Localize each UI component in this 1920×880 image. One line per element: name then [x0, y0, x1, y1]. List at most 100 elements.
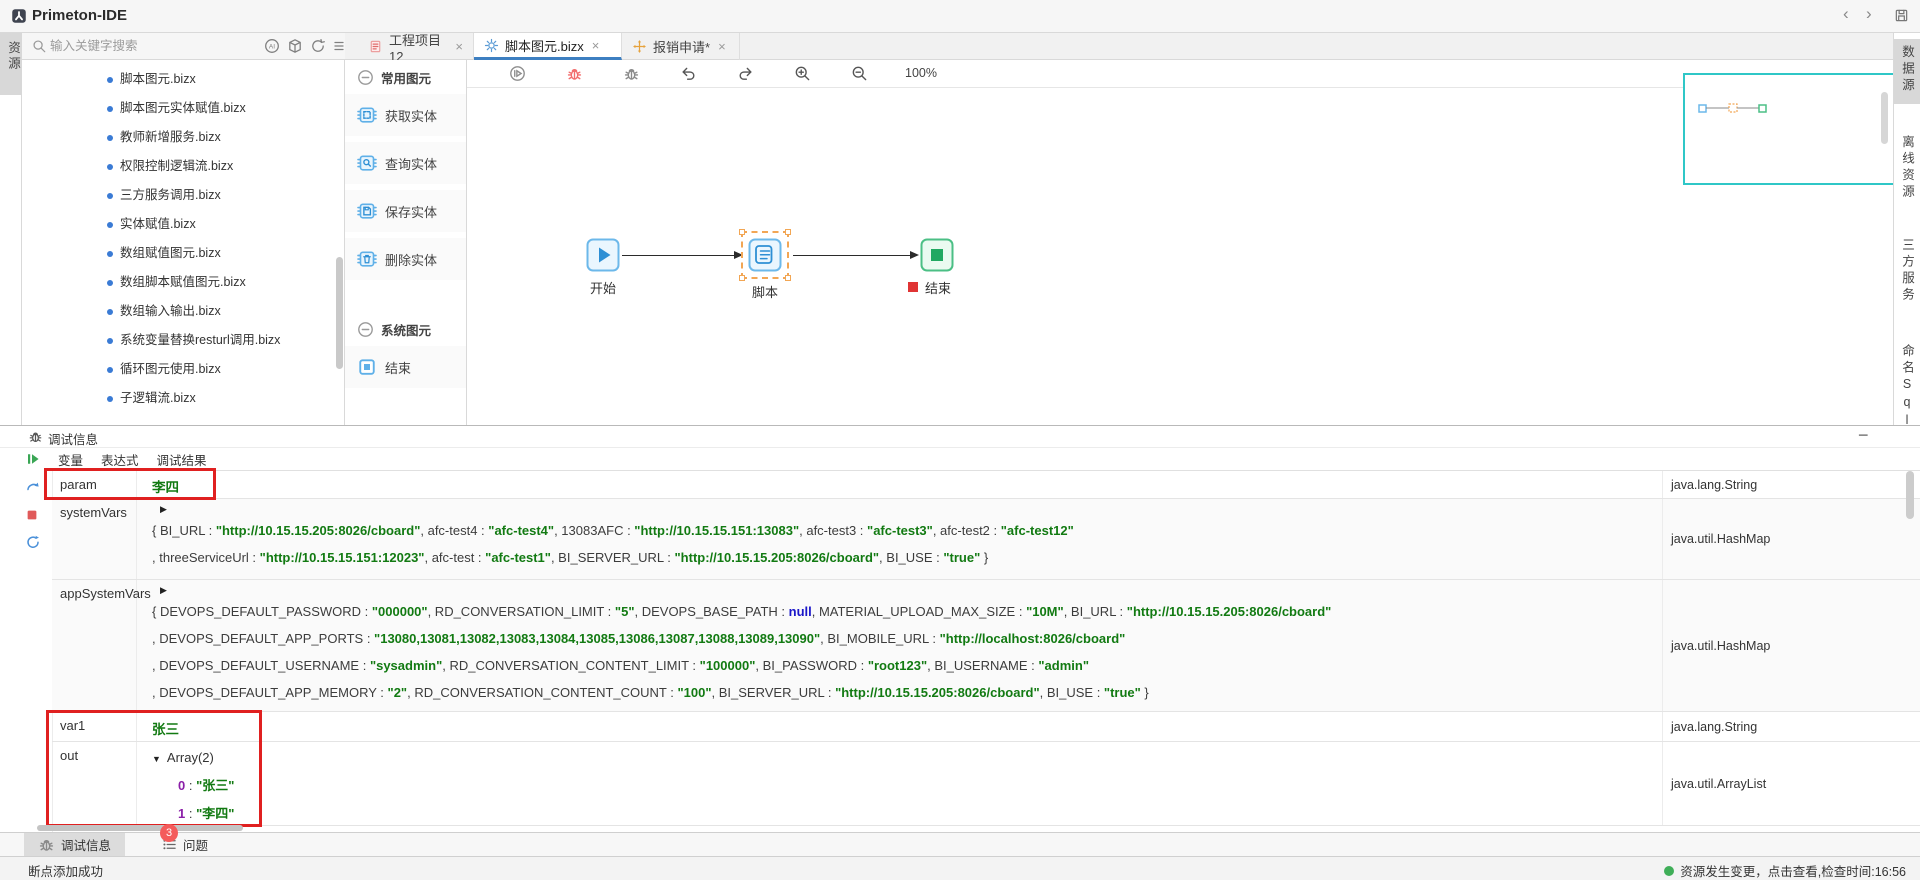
variable-type: java.lang.String	[1662, 712, 1920, 741]
refresh-icon[interactable]	[310, 38, 326, 54]
right-rail-item-2[interactable]: 三方服务	[1894, 238, 1920, 307]
tree-scrollbar[interactable]	[336, 257, 343, 369]
tree-file-item[interactable]: 循环图元使用.bizx	[22, 355, 344, 384]
palette-item-删除实体[interactable]: 删除实体	[345, 238, 466, 280]
tree-file-item[interactable]: 脚本图元实体赋值.bizx	[22, 94, 344, 123]
canvas-scrollbar[interactable]	[1881, 92, 1888, 144]
variable-row-param[interactable]: param李四java.lang.String	[52, 471, 1920, 499]
right-rail-item-3[interactable]: 命名Sql	[1894, 344, 1920, 434]
collapse-icon[interactable]: ▼	[152, 754, 161, 764]
bottom-tab-问题[interactable]: 问题	[148, 833, 222, 856]
canvas-toolbar: 100%	[467, 60, 1893, 88]
svg-text:AI: AI	[269, 44, 275, 51]
debug-tab-变量[interactable]: 变量	[56, 448, 85, 470]
variable-name: var1	[52, 712, 137, 741]
zoom-out-icon[interactable]	[851, 65, 868, 82]
file-bullet-icon	[107, 251, 113, 257]
minus-circle-icon[interactable]	[357, 69, 374, 86]
variable-row-appSystemVars[interactable]: appSystemVars▶{ DEVOPS_DEFAULT_PASSWORD …	[52, 580, 1920, 712]
variable-name: param	[52, 471, 137, 498]
tree-file-item[interactable]: 数组脚本赋值图元.bizx	[22, 268, 344, 297]
search-input[interactable]	[50, 36, 230, 56]
debug-bug-icon	[28, 429, 43, 444]
variable-row-out[interactable]: out▼Array(2)0 : "张三"1 : "李四"java.util.Ar…	[52, 742, 1920, 826]
flow-canvas[interactable]: 100% 开始 脚本 结束	[467, 60, 1893, 425]
resource-rail-label: 资源	[4, 41, 23, 72]
palette-group-label: 常用图元	[381, 68, 431, 87]
palette-item-查询实体[interactable]: 查询实体	[345, 142, 466, 184]
variable-value: 李四	[138, 471, 1655, 498]
status-bar: 断点添加成功 资源发生变更，点击查看,检查时间:16:56	[0, 856, 1920, 880]
nav-back-button[interactable]: ‹	[1843, 4, 1849, 24]
start-node[interactable]	[586, 238, 620, 272]
tree-file-item[interactable]: 实体赋值.bizx	[22, 210, 344, 239]
variable-type: java.util.HashMap	[1662, 580, 1920, 711]
file-name: 教师新增服务.bizx	[120, 130, 221, 144]
palette-item-结束[interactable]: 结束	[345, 346, 466, 388]
save-icon[interactable]	[1894, 8, 1909, 23]
step-over-icon[interactable]	[25, 478, 41, 494]
nav-forward-button[interactable]: ›	[1866, 4, 1872, 24]
stop-icon[interactable]	[25, 508, 39, 522]
variable-type: java.util.HashMap	[1662, 499, 1920, 579]
doc-tab-0[interactable]: 工程项目12×	[358, 33, 474, 60]
doc-tab-2[interactable]: 报销申请*×	[622, 33, 740, 60]
palette-group-1[interactable]: 系统图元	[345, 312, 466, 346]
debug-tab-表达式[interactable]: 表达式	[99, 448, 141, 470]
bottom-tab-调试信息[interactable]: 调试信息	[24, 833, 125, 856]
tree-file-item[interactable]: 权限控制逻辑流.bizx	[22, 152, 344, 181]
app-title: Primeton-IDE	[32, 7, 127, 24]
debug-tab-调试结果[interactable]: 调试结果	[155, 448, 209, 470]
rerun-icon[interactable]	[25, 534, 41, 550]
palette-group-0[interactable]: 常用图元	[345, 60, 466, 94]
tree-file-item[interactable]: 教师新增服务.bizx	[22, 123, 344, 152]
close-tab-icon[interactable]: ×	[455, 39, 463, 54]
doc-tab-1[interactable]: 脚本图元.bizx×	[474, 33, 622, 60]
zoom-level: 100%	[905, 66, 937, 80]
debug-bug-red-icon[interactable]	[566, 65, 583, 82]
expand-icon[interactable]: ▶	[152, 501, 1655, 517]
tree-file-item[interactable]: 系统变量替换resturl调用.bizx	[22, 326, 344, 355]
tree-file-item[interactable]: 数组赋值图元.bizx	[22, 239, 344, 268]
gear-blue-icon	[484, 38, 499, 53]
expand-icon[interactable]: ▶	[152, 582, 1655, 598]
close-tab-icon[interactable]: ×	[718, 39, 726, 54]
chip-save-icon	[357, 201, 377, 221]
zoom-in-icon[interactable]	[794, 65, 811, 82]
debug-vscrollbar[interactable]	[1906, 471, 1914, 519]
redo-icon[interactable]	[737, 65, 754, 82]
right-rail-item-1[interactable]: 离线资源	[1894, 135, 1920, 204]
tree-file-item[interactable]: 三方服务调用.bizx	[22, 181, 344, 210]
collapse-panel-button[interactable]: −	[1858, 425, 1869, 446]
ai-icon[interactable]: AI	[264, 38, 280, 54]
tree-file-item[interactable]: 数组输入输出.bizx	[22, 297, 344, 326]
script-node[interactable]	[748, 238, 782, 272]
debug-hscrollbar[interactable]	[37, 825, 243, 831]
debug-panel: 调试信息 − 变量表达式调试结果 param李四java.lang.String…	[0, 425, 1920, 832]
cube-icon[interactable]	[287, 38, 303, 54]
palette-item-保存实体[interactable]: 保存实体	[345, 190, 466, 232]
tree-file-item[interactable]: 子逻辑流.bizx	[22, 384, 344, 413]
right-rail-item-0[interactable]: 数据源	[1894, 39, 1920, 104]
resource-change-notice[interactable]: 资源发生变更，点击查看,检查时间:16:56	[1664, 861, 1906, 880]
minus-circle-icon[interactable]	[357, 321, 374, 338]
variable-row-systemVars[interactable]: systemVars▶{ BI_URL : "http://10.15.15.2…	[52, 499, 1920, 580]
file-bullet-icon	[107, 309, 113, 315]
palette-item-获取实体[interactable]: 获取实体	[345, 94, 466, 136]
file-name: 数组脚本赋值图元.bizx	[120, 275, 246, 289]
minimap[interactable]	[1683, 73, 1895, 185]
array-entry: 0 : "张三"	[152, 772, 1655, 800]
variable-row-var1[interactable]: var1张三java.lang.String	[52, 712, 1920, 742]
end-chip-icon	[357, 357, 377, 377]
debug-bug-grey-icon[interactable]	[623, 65, 640, 82]
undo-icon[interactable]	[680, 65, 697, 82]
file-bullet-icon	[107, 135, 113, 141]
debug-panel-title: 调试信息	[48, 429, 98, 448]
breakpoint-marker[interactable]	[908, 282, 918, 292]
tree-file-item[interactable]: 脚本图元.bizx	[22, 65, 344, 94]
resume-green-icon[interactable]	[25, 451, 41, 467]
close-tab-icon[interactable]: ×	[592, 38, 600, 53]
variable-value: ▶{ BI_URL : "http://10.15.15.205:8026/cb…	[138, 499, 1655, 579]
end-node[interactable]	[920, 238, 954, 272]
run-icon[interactable]	[509, 65, 526, 82]
